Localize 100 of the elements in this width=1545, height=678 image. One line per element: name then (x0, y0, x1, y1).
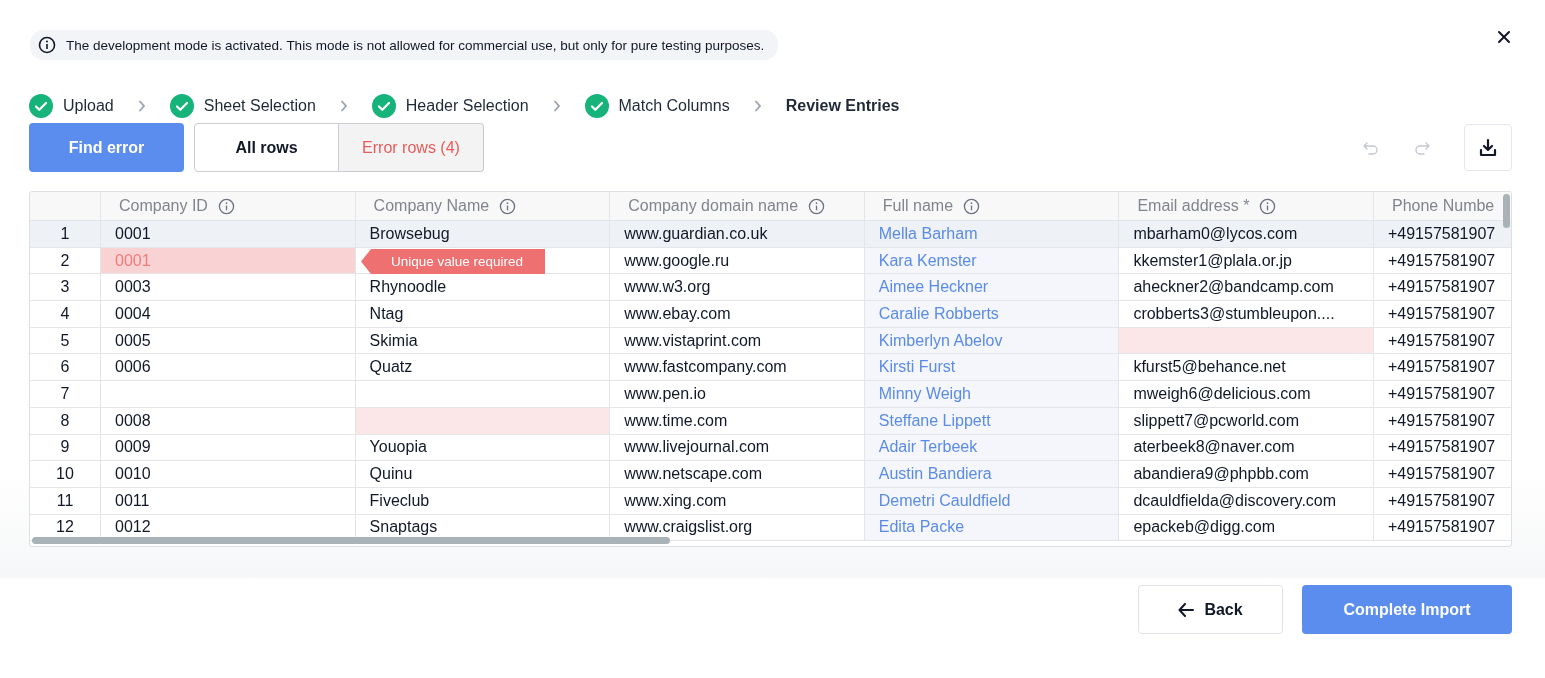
row-number: 10 (56, 465, 74, 484)
row-number: 6 (60, 358, 70, 377)
table-cell: +49157581907 (1387, 438, 1496, 457)
table-cell: epackeb@digg.com (1133, 518, 1276, 537)
notice-text: The development mode is activated. This mode is not allowed for commercial use, but only for pure testing purposes. (66, 37, 765, 53)
chevron-right-icon (339, 100, 348, 112)
table-cell: mweigh6@delicious.com (1133, 384, 1311, 403)
row-number: 5 (60, 331, 70, 350)
back-button[interactable]: Back (1138, 585, 1283, 634)
table-cell: +49157581907 (1387, 358, 1496, 377)
table-cell: 0011 (115, 491, 150, 510)
complete-import-button[interactable]: Complete Import (1302, 585, 1512, 634)
filter-tab[interactable]: All rows (194, 123, 339, 172)
download-icon (1478, 137, 1498, 158)
step-label: Sheet Selection (203, 97, 316, 115)
name-link[interactable]: Mella Barham (878, 224, 978, 243)
table-cell: aheckner2@bandcamp.com (1133, 278, 1334, 297)
column-header[interactable]: Company domain name (610, 192, 865, 220)
table-cell: mbarham0@lycos.com (1133, 224, 1298, 243)
error-cell[interactable] (1119, 327, 1374, 354)
table-cell: Snaptags (369, 518, 438, 537)
table-cell: 0006 (115, 358, 151, 377)
table-cell: www.vistaprint.com (624, 331, 762, 350)
table-cell: +49157581907 (1387, 331, 1496, 350)
column-header[interactable]: Email address * (1119, 192, 1374, 220)
info-icon[interactable] (808, 197, 826, 215)
table-cell: www.time.com (624, 411, 728, 430)
info-icon[interactable] (1259, 197, 1277, 215)
table-cell: Quinu (369, 465, 413, 484)
step-label: Upload (63, 97, 114, 115)
table-cell: 0009 (115, 438, 151, 457)
column-header[interactable]: Company ID (101, 192, 356, 220)
table-cell: www.guardian.co.uk (624, 224, 768, 243)
table-cell: www.google.ru (624, 251, 730, 270)
table-cell: +49157581907 (1387, 304, 1496, 323)
error-cell[interactable]: 0001 (101, 247, 356, 274)
horizontal-scrollbar[interactable] (32, 537, 670, 544)
table-cell: www.pen.io (624, 384, 706, 403)
error-cell[interactable] (355, 407, 611, 434)
table-cell: 0008 (115, 411, 151, 430)
table-cell: slippett7@pcworld.com (1133, 411, 1299, 430)
table-cell: Ntag (369, 304, 404, 323)
info-icon[interactable] (499, 197, 517, 215)
table-cell: 0012 (115, 518, 151, 537)
table-cell: www.fastcompany.com (624, 358, 787, 377)
check-circle-icon (169, 94, 194, 118)
table-cell: kkemster1@plala.or.jp (1133, 251, 1292, 270)
table-cell: +49157581907 (1387, 224, 1496, 243)
table-cell: www.livejournal.com (624, 438, 770, 457)
row-number: 3 (60, 278, 70, 297)
error-tooltip: Unique value required (361, 249, 546, 274)
table-cell: +49157581907 (1387, 518, 1496, 537)
row-number: 4 (60, 304, 70, 323)
table-cell: +49157581907 (1387, 491, 1496, 510)
table-cell: +49157581907 (1387, 278, 1496, 297)
table-cell: Rhynoodle (369, 278, 447, 297)
table-cell: abandiera9@phpbb.com (1133, 465, 1309, 484)
chevron-right-icon (552, 100, 561, 112)
close-icon[interactable] (1497, 30, 1511, 44)
table-cell: www.w3.org (624, 278, 711, 297)
find-error-button[interactable]: Find error (29, 123, 184, 172)
vertical-scrollbar[interactable] (1503, 194, 1510, 228)
filter-tab[interactable]: Error rows (4) (339, 123, 484, 172)
table-cell: www.craigslist.org (624, 518, 753, 537)
table-cell: +49157581907 (1387, 465, 1496, 484)
table-cell: +49157581907 (1387, 411, 1496, 430)
table-cell: 0001 (115, 224, 151, 243)
check-circle-icon (29, 94, 53, 118)
step-label: Header Selection (405, 97, 529, 115)
row-number: 7 (60, 384, 70, 403)
step-label: Review Entries (785, 97, 900, 115)
row-number: 8 (60, 411, 70, 430)
info-icon[interactable] (217, 197, 235, 215)
row-number: 2 (60, 251, 70, 270)
table-cell: www.ebay.com (624, 304, 731, 323)
info-icon (38, 36, 56, 54)
row-number: 12 (56, 518, 74, 537)
info-icon[interactable] (963, 197, 981, 215)
table-cell: Browsebug (369, 224, 450, 243)
row-number: 1 (60, 224, 70, 243)
table-cell: www.netscape.com (624, 465, 763, 484)
column-header[interactable]: Phone Numbe (1373, 192, 1511, 220)
check-circle-icon (584, 94, 609, 118)
chevron-right-icon (137, 100, 146, 112)
table-cell: kfurst5@behance.net (1133, 358, 1286, 377)
table-cell: 0003 (115, 278, 151, 297)
download-button[interactable] (1464, 124, 1512, 171)
step-label: Match Columns (618, 97, 730, 115)
table-cell: aterbeek8@naver.com (1133, 438, 1295, 457)
check-circle-icon (371, 94, 396, 118)
table-cell: www.xing.com (624, 491, 727, 510)
row-number: 11 (56, 491, 74, 510)
chevron-right-icon (753, 100, 762, 112)
column-header[interactable]: Company Name (355, 192, 611, 220)
column-header[interactable]: Full name (864, 192, 1120, 220)
arrow-left-icon (1178, 602, 1195, 617)
table-cell: dcauldfielda@discovery.com (1133, 491, 1337, 510)
table-cell: +49157581907 (1387, 251, 1496, 270)
table-cell: +49157581907 (1387, 384, 1496, 403)
table-cell: Quatz (369, 358, 413, 377)
